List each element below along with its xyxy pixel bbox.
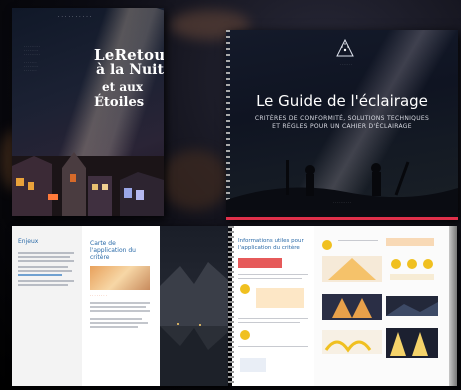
document-spread-left: Enjeux Carte de l'application du critère… (12, 226, 228, 386)
text-line (238, 274, 308, 276)
lamp-icon (322, 240, 332, 250)
page-informations: Informations utiles pour l'application d… (232, 226, 314, 386)
text-line (18, 270, 72, 272)
text-line (18, 280, 74, 282)
night-photo-thumb (386, 296, 438, 316)
logo-caption: · · · · · · · (339, 62, 353, 66)
book-cover-retour-nuit: · · · · · · · · · · · · · · · · · · · · ·… (12, 8, 164, 216)
page-heading: Carte de l'application du critère (90, 240, 136, 261)
guide-red-bar (226, 217, 458, 220)
village-illustration (12, 152, 164, 216)
book-top-line: · · · · · · · · · · (58, 14, 92, 19)
sunset-image (90, 266, 150, 290)
lamp-icon (240, 284, 250, 294)
book-title-line2: à la Nuit (96, 62, 164, 78)
text-line (238, 278, 302, 280)
page-enjeux: Enjeux (12, 226, 82, 386)
text-line (90, 302, 150, 304)
text-line (18, 252, 74, 254)
text-line (18, 274, 62, 276)
text-line (90, 322, 148, 324)
text-line (18, 260, 74, 262)
text-line (90, 306, 146, 308)
book-title-line4: Étoiles (94, 95, 145, 110)
book-side-text: · · · · · · · · · · · · · · · · · · · · · … (24, 44, 41, 72)
lamp-icon (240, 330, 250, 340)
observers-silhouette (226, 160, 458, 220)
guide-subtitle-line2: ET RÉGLES POUR UN CAHIER D'ÉCLAIRAGE (272, 123, 412, 130)
guide-subtitle-line1: CRITÈRES DE CONFORMITÉ, SOLUTIONS TECHNI… (254, 115, 430, 122)
street-lamp-photo (386, 328, 438, 358)
book-title-line3: et aux (102, 80, 144, 94)
lamp-types-diagram (390, 259, 434, 280)
text-line (338, 240, 378, 242)
diagram-box (386, 238, 434, 246)
page-heading: Enjeux (18, 238, 39, 245)
page-heading: Informations utiles pour l'application d… (238, 238, 304, 251)
diagram-box (256, 288, 304, 308)
text-line (238, 346, 308, 348)
spiral-binding (228, 226, 234, 386)
page-diagrams (314, 226, 449, 386)
diagram-box (240, 358, 266, 372)
highlight-box (238, 258, 282, 268)
text-line (18, 284, 68, 286)
light-pollution-graph (322, 294, 382, 320)
text-line (90, 326, 138, 328)
star-logo-icon (336, 38, 354, 57)
light-distribution-diagram (322, 330, 382, 354)
text-line (90, 310, 150, 312)
page-carte-critere: Carte de l'application du critère · · · … (82, 226, 160, 386)
page-edge (449, 226, 457, 386)
text-line (238, 318, 308, 320)
guide-title: Le Guide de l'éclairage (256, 92, 428, 110)
photo-scene: · · · · · · · · · · · · · · · · · · · · ·… (0, 0, 461, 390)
document-spread-right: Informations utiles pour l'application d… (228, 226, 457, 386)
guide-bottom-caption: · · · · · · · · · · (332, 200, 352, 204)
text-line (18, 266, 68, 268)
text-line (18, 256, 70, 258)
light-cone-diagram (322, 256, 382, 282)
guide-cover: · · · · · · · Le Guide de l'éclairage CR… (226, 30, 458, 220)
text-line (238, 322, 300, 324)
city-lights-glow (160, 150, 230, 210)
mountain-lake-photo (160, 226, 228, 386)
image-caption: · · · · · · · · (90, 294, 107, 298)
text-line (90, 318, 142, 320)
